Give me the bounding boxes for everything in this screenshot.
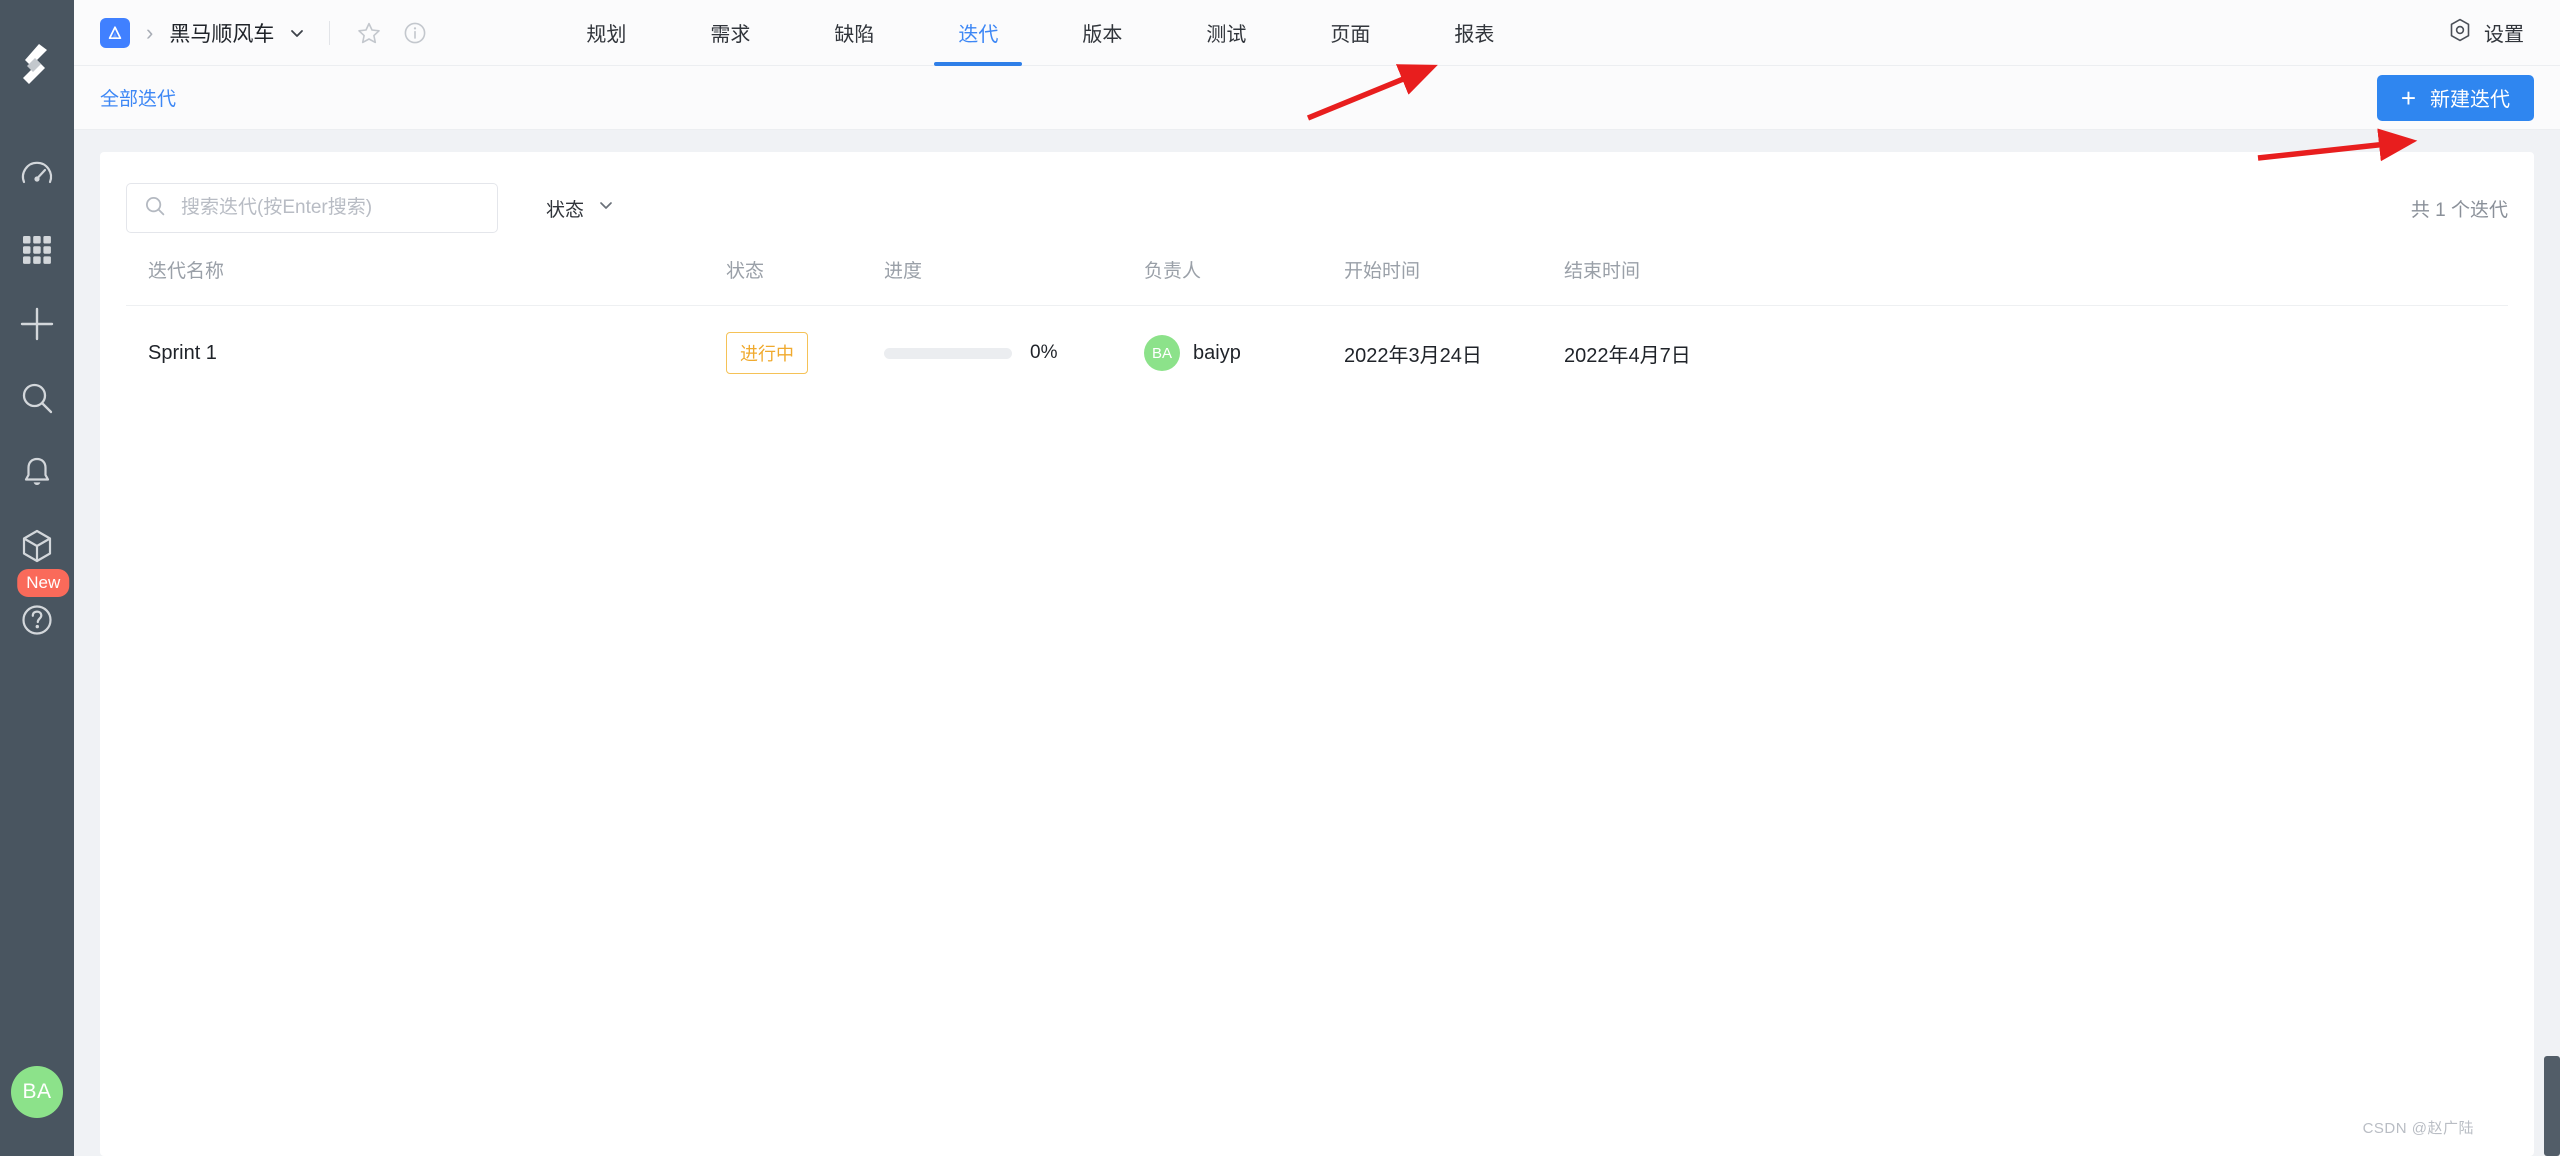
column-header-status: 状态 [726, 256, 884, 306]
new-iteration-button[interactable]: + 新建迭代 [2377, 75, 2534, 121]
owner-avatar: BA [1144, 335, 1180, 371]
status-badge: 进行中 [726, 332, 808, 374]
nav-right-group: 设置 [2447, 17, 2560, 49]
tab-planning[interactable]: 规划 [544, 0, 668, 66]
tab-label: 迭代 [958, 18, 998, 47]
cell-progress: 0% [884, 306, 1144, 401]
settings-label: 设置 [2484, 18, 2524, 47]
cube-icon [17, 526, 57, 566]
help-circle-icon [17, 600, 57, 640]
total-count-label: 共 1 个迭代 [2411, 195, 2508, 222]
sidebar-icon-list: New [0, 139, 74, 657]
tab-defects[interactable]: 缺陷 [792, 0, 916, 66]
cell-end-date: 2022年4月7日 [1564, 306, 2508, 401]
tab-testing[interactable]: 测试 [1164, 0, 1288, 66]
column-header-start-date: 开始时间 [1344, 256, 1564, 306]
tab-label: 需求 [710, 18, 750, 47]
sidebar-item-create[interactable] [0, 287, 74, 361]
grid-apps-icon [18, 231, 56, 269]
sidebar-item-notifications[interactable] [0, 435, 74, 509]
owner-group: BA baiyp [1144, 335, 1344, 371]
tab-reports[interactable]: 报表 [1412, 0, 1536, 66]
info-circle-icon[interactable] [398, 16, 432, 50]
settings-button[interactable]: 设置 [2447, 17, 2524, 49]
tab-label: 规划 [586, 18, 626, 47]
table-header: 迭代名称 状态 进度 负责人 开始时间 结束时间 [126, 256, 2508, 306]
global-sidebar: New BA [0, 0, 74, 1156]
column-header-end-date: 结束时间 [1564, 256, 2508, 306]
app-root: New BA [0, 0, 2560, 1156]
search-icon [17, 378, 57, 418]
sidebar-item-help[interactable]: New [0, 583, 74, 657]
help-new-badge: New [17, 569, 69, 597]
panel-wrapper: 状态 共 1 个迭代 迭代名称 状态 进 [74, 130, 2560, 1156]
column-header-name: 迭代名称 [126, 256, 726, 306]
search-input[interactable] [181, 197, 481, 219]
column-header-progress: 进度 [884, 256, 1144, 306]
tab-label: 报表 [1454, 18, 1494, 47]
top-navigation-bar: › 黑马顺风车 [74, 0, 2560, 66]
watermark: CSDN @赵广陆 [2363, 1117, 2474, 1138]
gear-icon [2447, 17, 2473, 49]
avatar[interactable]: BA [11, 1066, 63, 1118]
progress-percent-label: 0% [1030, 342, 1057, 364]
tab-label: 测试 [1206, 18, 1246, 47]
project-logo-icon[interactable] [100, 18, 130, 48]
breadcrumb: › 黑马顺风车 [74, 16, 444, 50]
cell-start-date: 2022年3月24日 [1344, 306, 1564, 401]
cell-owner: BA baiyp [1144, 306, 1344, 401]
iterations-table: 迭代名称 状态 进度 负责人 开始时间 结束时间 Sprint 1 进行中 [126, 256, 2508, 400]
sidebar-item-search[interactable] [0, 361, 74, 435]
content-area: › 黑马顺风车 [74, 0, 2560, 1156]
table-header-row: 迭代名称 状态 进度 负责人 开始时间 结束时间 [126, 256, 2508, 306]
bell-icon [18, 453, 56, 491]
plus-icon [16, 303, 58, 345]
progress-bar-track [884, 348, 1012, 359]
tab-versions[interactable]: 版本 [1040, 0, 1164, 66]
tab-label: 版本 [1082, 18, 1122, 47]
divider [329, 21, 330, 45]
sidebar-item-dashboard[interactable] [0, 139, 74, 213]
plus-icon: + [2401, 85, 2416, 111]
table-body: Sprint 1 进行中 0% [126, 306, 2508, 401]
column-header-owner: 负责人 [1144, 256, 1344, 306]
sub-header-bar: 全部迭代 + 新建迭代 [74, 66, 2560, 130]
table-row[interactable]: Sprint 1 进行中 0% [126, 306, 2508, 401]
chevron-down-icon [597, 196, 615, 220]
breadcrumb-all-iterations[interactable]: 全部迭代 [100, 84, 176, 111]
cell-iteration-name[interactable]: Sprint 1 [126, 306, 726, 401]
status-filter-dropdown[interactable]: 状态 [546, 195, 615, 222]
search-box[interactable] [126, 183, 498, 233]
star-icon[interactable] [352, 16, 386, 50]
owner-name: baiyp [1193, 342, 1241, 365]
tab-iterations[interactable]: 迭代 [916, 0, 1040, 66]
project-name[interactable]: 黑马顺风车 [169, 18, 274, 48]
progress-group: 0% [884, 342, 1144, 364]
breadcrumb-separator: › [146, 20, 153, 46]
tab-requirements[interactable]: 需求 [668, 0, 792, 66]
main-tabs: 规划 需求 缺陷 迭代 版本 测试 页面 报表 [544, 0, 1536, 66]
search-icon [143, 194, 167, 223]
status-filter-label: 状态 [546, 195, 584, 222]
dashboard-gauge-icon [17, 156, 57, 196]
tab-label: 页面 [1330, 18, 1370, 47]
tab-pages[interactable]: 页面 [1288, 0, 1412, 66]
cell-status: 进行中 [726, 306, 884, 401]
tab-label: 缺陷 [834, 18, 874, 47]
codeup-logo-icon[interactable] [11, 38, 63, 95]
sidebar-item-apps[interactable] [0, 213, 74, 287]
iterations-panel: 状态 共 1 个迭代 迭代名称 状态 进 [100, 152, 2534, 1156]
scrollbar-thumb[interactable] [2544, 1056, 2560, 1156]
filter-toolbar: 状态 共 1 个迭代 [126, 152, 2508, 256]
chevron-down-icon[interactable] [287, 23, 307, 43]
new-iteration-label: 新建迭代 [2430, 83, 2510, 112]
